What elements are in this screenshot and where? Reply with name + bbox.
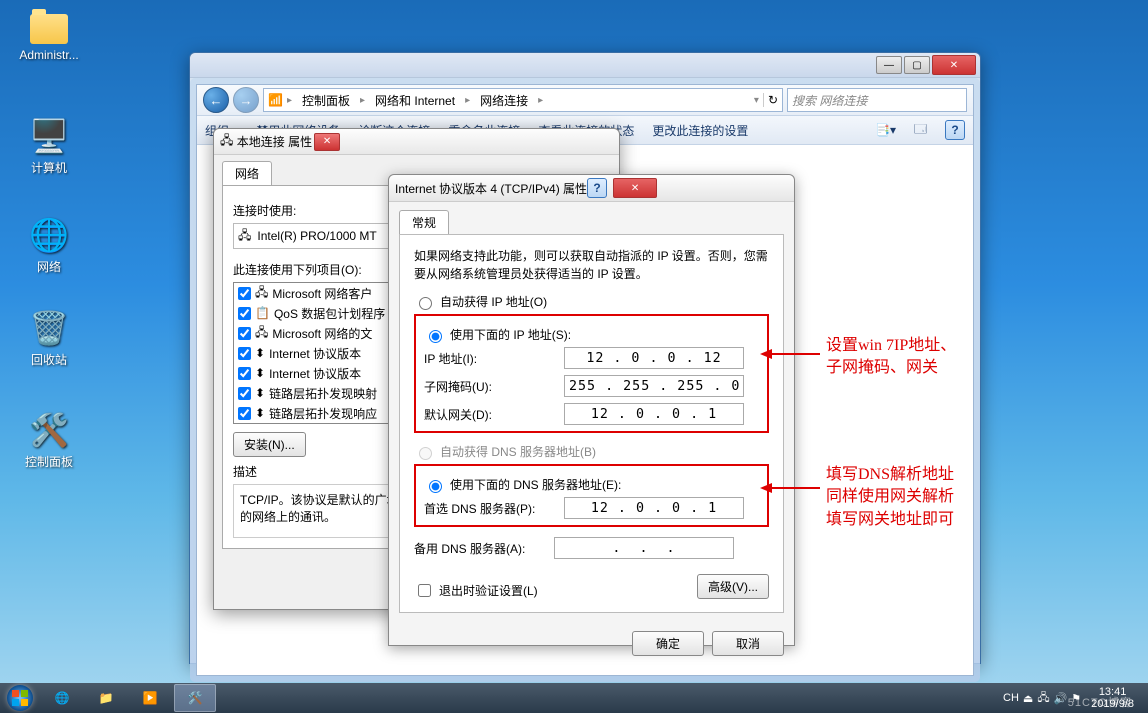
ip-address-input[interactable] (564, 347, 744, 369)
help-icon[interactable]: ? (587, 178, 607, 198)
auto-dns-radio (419, 447, 432, 460)
tb-settings[interactable]: 更改此连接的设置 (652, 122, 748, 139)
ip-label: IP 地址(I): (424, 350, 554, 367)
task-ie[interactable]: 🌐 (42, 685, 82, 711)
install-button[interactable]: 安装(N)... (233, 432, 306, 457)
task-explorer[interactable]: 📁 (86, 685, 126, 711)
recycle-icon: 🗑️ (29, 308, 69, 348)
arrow-icon (760, 480, 820, 496)
advanced-button[interactable]: 高级(V)... (697, 574, 769, 599)
breadcrumb-item[interactable]: 网络和 Internet (369, 92, 461, 109)
ipv4-properties-window: Internet 协议版本 4 (TCP/IPv4) 属性 ? ✕ 常规 如果网… (388, 174, 795, 646)
nic-icon: 🖧 (238, 226, 251, 247)
ip-section-highlight: 使用下面的 IP 地址(S): IP 地址(I): 子网掩码(U): 默认网关(… (414, 314, 769, 433)
controlpanel-icon: 🛠️ (29, 410, 69, 450)
close-button[interactable]: ✕ (314, 133, 340, 151)
item-checkbox[interactable] (238, 307, 251, 320)
ipv4-titlebar[interactable]: Internet 协议版本 4 (TCP/IPv4) 属性 ? ✕ (389, 175, 794, 202)
tab-general[interactable]: 常规 (399, 210, 449, 234)
task-media[interactable]: ▶️ (130, 685, 170, 711)
pref-dns-label: 首选 DNS 服务器(P): (424, 500, 554, 517)
ok-button[interactable]: 确定 (632, 631, 704, 656)
desktop-icon-recycle[interactable]: 🗑️回收站 (14, 308, 84, 368)
task-controlpanel[interactable]: 🛠️ (174, 684, 216, 712)
ipv4-title-text: Internet 协议版本 4 (TCP/IPv4) 属性 (395, 180, 587, 197)
taskbar: 🌐 📁 ▶️ 🛠️ CH ⏏ 🖧 🔊 ⚑ 13:41 2019/9/8 (0, 683, 1148, 713)
nav-forward-button[interactable]: → (233, 87, 259, 113)
mask-label: 子网掩码(U): (424, 378, 554, 395)
network-icon: 🌐 (29, 215, 69, 255)
minimize-button[interactable]: — (876, 56, 902, 74)
folder-icon: 📶 (268, 93, 283, 107)
desktop-icon-network[interactable]: 🌐网络 (14, 215, 84, 275)
item-checkbox[interactable] (238, 387, 251, 400)
alt-dns-label: 备用 DNS 服务器(A): (414, 540, 544, 557)
tab-network[interactable]: 网络 (222, 161, 272, 185)
item-checkbox[interactable] (238, 327, 251, 340)
close-button[interactable]: ✕ (613, 178, 657, 198)
ipv4-hint-text: 如果网络支持此功能，则可以获取自动指派的 IP 设置。否则，您需要从网络系统管理… (414, 247, 769, 283)
manual-ip-radio[interactable] (429, 330, 442, 343)
breadcrumb-item[interactable]: 网络连接 (474, 92, 534, 109)
nav-back-button[interactable]: ← (203, 87, 229, 113)
ime-indicator[interactable]: CH (1003, 692, 1019, 704)
item-checkbox[interactable] (238, 367, 251, 380)
annotation-ip: 设置win 7IP地址、 子网掩码、网关 (826, 335, 956, 380)
watermark: 51CTO博客 (1068, 694, 1132, 710)
adapter-icon: 🖧 (220, 131, 233, 152)
close-button[interactable]: ✕ (932, 55, 976, 75)
gateway-label: 默认网关(D): (424, 406, 554, 423)
computer-icon: 🖥️ (29, 116, 69, 156)
tray-icon[interactable]: ⏏ (1023, 692, 1033, 705)
lan-titlebar[interactable]: 🖧 本地连接 属性 ✕ (214, 129, 619, 155)
pref-dns-input[interactable] (564, 497, 744, 519)
alt-dns-input[interactable] (554, 537, 734, 559)
arrow-icon (760, 346, 820, 362)
manual-dns-radio[interactable] (429, 480, 442, 493)
tray-icon[interactable]: 🖧 (1037, 689, 1049, 708)
folder-icon (30, 14, 68, 44)
tray-icon[interactable]: 🔊 (1054, 692, 1068, 705)
item-checkbox[interactable] (238, 287, 251, 300)
cp-titlebar[interactable]: — ▢ ✕ (190, 53, 980, 78)
desktop-icon-computer[interactable]: 🖥️计算机 (14, 116, 84, 176)
help-icon[interactable]: ? (945, 120, 965, 140)
lan-title: 本地连接 属性 (237, 133, 312, 150)
annotation-dns: 填写DNS解析地址 同样使用网关解析 填写网关地址即可 (826, 464, 954, 531)
desktop-icon-administrator[interactable]: Administr... (14, 14, 84, 62)
gateway-input[interactable] (564, 403, 744, 425)
desktop-icon-controlpanel[interactable]: 🛠️控制面板 (14, 410, 84, 470)
dns-section-highlight: 使用下面的 DNS 服务器地址(E): 首选 DNS 服务器(P): (414, 464, 769, 527)
maximize-button[interactable]: ▢ (904, 56, 930, 74)
item-checkbox[interactable] (238, 407, 251, 420)
chevron-down-icon[interactable]: ▾ (754, 95, 759, 106)
view-icon[interactable]: 📑▾ (875, 123, 896, 137)
breadcrumb[interactable]: 📶 ▸ 控制面板▸ 网络和 Internet▸ 网络连接▸ ▾ ↻ (263, 88, 783, 112)
breadcrumb-item[interactable]: 控制面板 (296, 92, 356, 109)
preview-icon[interactable]: 🗔 (914, 120, 927, 141)
auto-ip-radio[interactable] (419, 297, 432, 310)
refresh-icon[interactable]: ↻ (763, 93, 778, 107)
subnet-mask-input[interactable] (564, 375, 744, 397)
search-input[interactable]: 搜索 网络连接 (787, 88, 967, 112)
item-checkbox[interactable] (238, 347, 251, 360)
cancel-button[interactable]: 取消 (712, 631, 784, 656)
validate-checkbox[interactable] (418, 584, 431, 597)
start-button[interactable] (0, 683, 40, 713)
